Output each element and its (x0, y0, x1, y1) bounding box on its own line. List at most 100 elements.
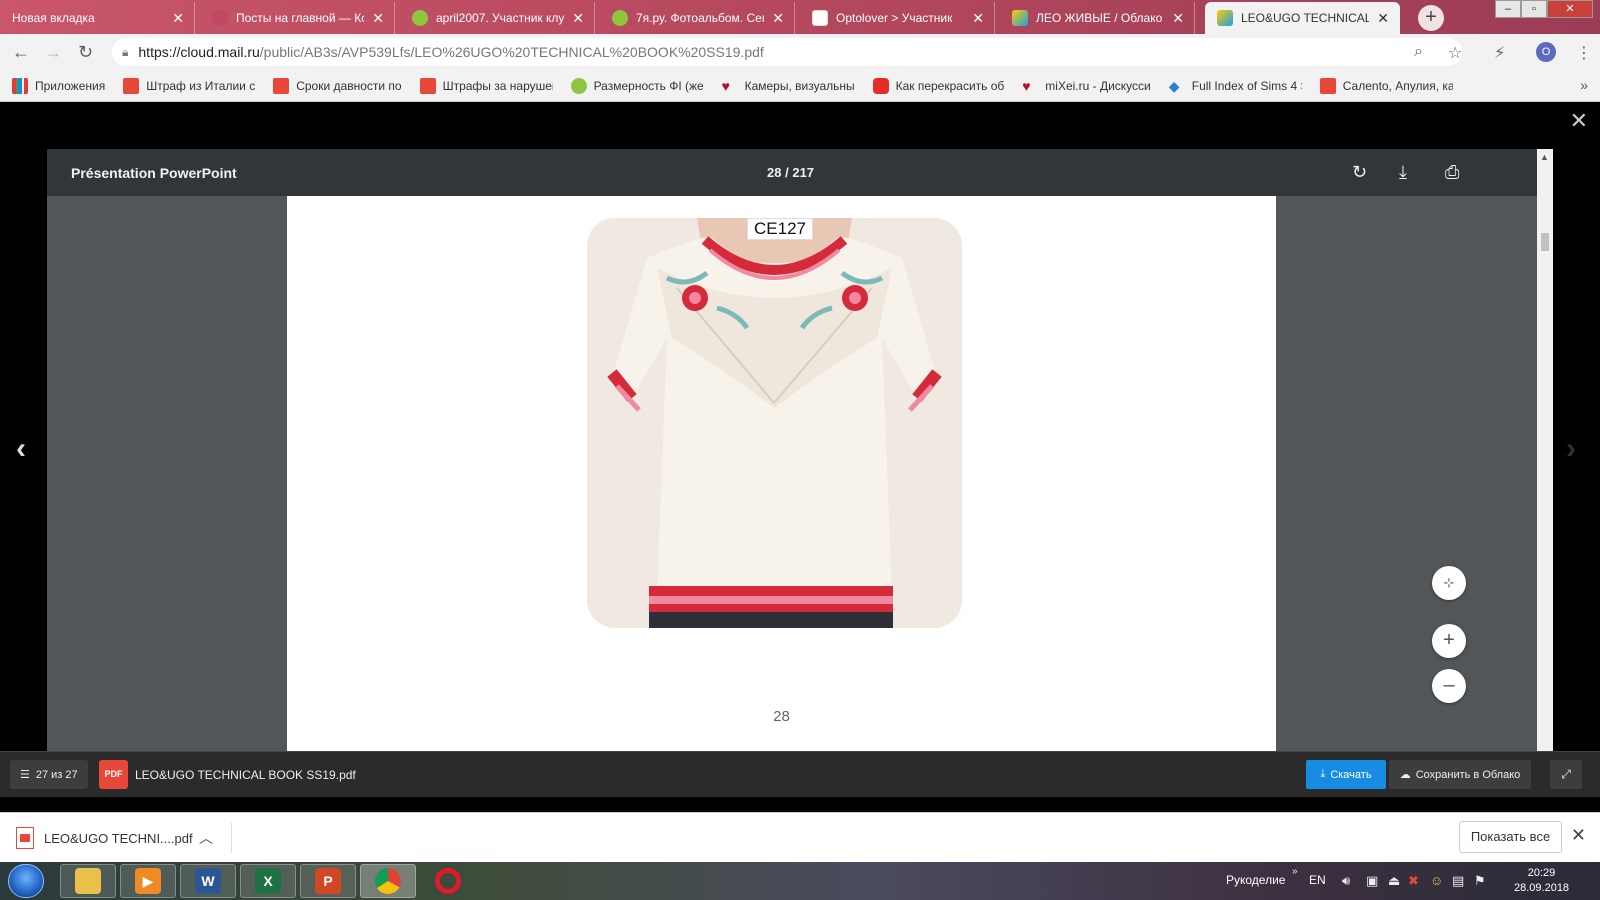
download-icon[interactable]: ⤓ (1399, 162, 1407, 183)
chevron-more-icon[interactable]: » (1292, 866, 1298, 877)
download-button[interactable]: ⤓ Скачать (1306, 760, 1386, 789)
close-icon[interactable]: ✕ (172, 10, 184, 27)
scroll-up-icon[interactable]: ▲ (1540, 152, 1549, 162)
close-icon[interactable]: ✕ (772, 10, 784, 27)
cloud-mail-icon (1012, 10, 1028, 26)
taskbar-word[interactable]: W (180, 864, 236, 898)
taskbar-powerpoint[interactable]: P (300, 864, 356, 898)
scroll-thumb[interactable] (1541, 233, 1549, 251)
tab-optolover[interactable]: Optolover > Участник ✕ (800, 2, 995, 34)
language-indicator[interactable]: EN (1309, 873, 1326, 887)
network-icon[interactable]: ▣ (1366, 873, 1378, 889)
taskbar-toolbar-label[interactable]: Рукоделие (1226, 873, 1285, 887)
forward-arrow-icon[interactable]: → (44, 42, 62, 63)
zoom-out-button[interactable]: – (1432, 669, 1466, 703)
tab-leo-zhivye[interactable]: ЛЕО ЖИВЫЕ / Облако Ma ✕ (1000, 2, 1195, 34)
notes-icon[interactable]: ▤ (1452, 873, 1464, 889)
heart-icon: ♥ (721, 77, 730, 94)
bookmark-label: Сроки давности по (296, 78, 402, 93)
security-icon[interactable]: ✖ (1408, 873, 1419, 889)
chevron-right-icon[interactable]: › (1566, 432, 1576, 466)
bookmark-item[interactable]: Размерность ФI (же (570, 77, 704, 94)
maximize-button[interactable]: ▫ (1521, 0, 1547, 18)
bookmark-apps[interactable]: Приложения (12, 77, 105, 94)
tab-title: LEO&UGO TECHNICAL BO (1241, 11, 1369, 25)
smiley-icon[interactable]: ☺ (1430, 873, 1443, 888)
download-icon: ⤓ (1320, 768, 1326, 780)
close-icon[interactable]: ✕ (572, 10, 584, 27)
toolbar: ← → ↻ 🔒︎ https://cloud.mail.ru /public/A… (0, 34, 1600, 70)
menu-kebab-icon[interactable]: ⋮ (1576, 43, 1592, 63)
tab-new-tab[interactable]: Новая вкладка ✕ (0, 2, 195, 34)
bookmark-item[interactable]: Штрафы за нарушен (419, 77, 553, 94)
tab-leougo-active[interactable]: LEO&UGO TECHNICAL BO ✕ (1205, 2, 1400, 34)
pdf-page: CE127 28 (287, 196, 1276, 765)
tab-april2007[interactable]: april2007. Участник клуба ✕ (400, 2, 595, 34)
scrollbar[interactable]: ▲ ▼ (1537, 149, 1553, 765)
chevron-more-icon[interactable]: » (1580, 77, 1588, 93)
window-close-button[interactable]: ✕ (1547, 0, 1593, 18)
tab-title: ЛЕО ЖИВЫЕ / Облако Ma (1036, 11, 1164, 25)
usb-icon[interactable]: ⏏ (1388, 873, 1400, 889)
extension-bolt-icon[interactable]: ⚡︎ (1494, 43, 1505, 63)
tab-posts[interactable]: Посты на главной — Кос ✕ (200, 2, 395, 34)
close-icon[interactable]: ✕ (1377, 10, 1389, 27)
reload-icon[interactable]: ↻ (78, 42, 93, 63)
volume-icon[interactable]: 🔊︎ (1342, 873, 1350, 889)
close-icon[interactable]: ✕ (972, 10, 984, 27)
clock[interactable]: 20:29 28.09.2018 (1514, 866, 1569, 896)
close-icon[interactable]: ✕ (372, 10, 384, 27)
bookmark-item[interactable]: Как перекрасить об (872, 77, 1004, 94)
fit-page-button[interactable]: ⊹ (1432, 566, 1466, 600)
download-item[interactable]: LEO&UGO TECHNI....pdf ︿ (16, 823, 232, 853)
bookmark-item[interactable]: ♥ Камеры, визуальные (722, 78, 855, 94)
flag-icon[interactable]: ⚑ (1474, 873, 1486, 889)
save-label: Сохранить в Облако (1415, 768, 1521, 781)
bookmark-item[interactable]: Штраф из Италии с (123, 77, 255, 94)
address-bar[interactable]: 🔒︎ https://cloud.mail.ru /public/AB3s/AV… (112, 38, 1462, 66)
bookmark-item[interactable]: Сроки давности по (273, 77, 402, 94)
cloud-icon: ☁︎ (1399, 769, 1411, 781)
taskbar-explorer[interactable] (60, 864, 116, 898)
excel-icon: X (255, 868, 281, 894)
taskbar-excel[interactable]: X (240, 864, 296, 898)
fullscreen-button[interactable]: ⤢ (1550, 760, 1582, 789)
star-bookmark-icon[interactable]: ☆ (1448, 43, 1462, 63)
red-a-icon (419, 77, 436, 94)
close-icon[interactable]: ✕ (1172, 10, 1184, 27)
rotate-icon[interactable]: ↻ (1352, 162, 1367, 183)
close-icon[interactable]: ✕ (1571, 825, 1586, 846)
bookmark-label: Салento, Апулия, ка (1342, 78, 1453, 93)
pdf-file-icon: PDF (99, 760, 128, 789)
back-arrow-icon[interactable]: ← (12, 42, 30, 63)
tab-title: 7я.ру. Фотоальбом. Семе (636, 11, 764, 25)
bookmark-item[interactable]: ◆ Full Index of Sims 4 S (1169, 78, 1302, 94)
print-icon[interactable]: ⎙ (1445, 162, 1459, 183)
download-filename: LEO&UGO TECHNI....pdf (44, 830, 193, 846)
url-host: https://cloud.mail.ru (138, 44, 260, 60)
product-photo (587, 218, 962, 628)
bookmark-item[interactable]: Салento, Апулия, ка (1319, 77, 1453, 94)
save-to-cloud-button[interactable]: ☁︎ Сохранить в Облако (1389, 760, 1531, 789)
tab-7ya[interactable]: 7я.ру. Фотоальбом. Семе ✕ (600, 2, 795, 34)
chevron-up-icon[interactable]: ︿ (199, 828, 213, 848)
show-all-button[interactable]: Показать все (1459, 821, 1562, 853)
minimize-button[interactable]: – (1495, 0, 1521, 18)
taskbar-chrome[interactable] (360, 864, 416, 898)
new-tab-button[interactable]: + (1418, 5, 1444, 31)
sweater-image (587, 218, 962, 628)
profile-avatar[interactable]: O (1536, 42, 1556, 62)
zoom-in-button[interactable]: + (1432, 624, 1466, 658)
lock-icon: 🔒︎ (122, 44, 129, 59)
taskbar-media-player[interactable]: ▶ (120, 864, 176, 898)
chevron-left-icon[interactable]: ‹ (16, 432, 26, 466)
bookmark-item[interactable]: ♥ miXei.ru - Дискусси (1022, 78, 1150, 94)
zoom-magnifier-icon[interactable]: ⌕ (1414, 43, 1423, 61)
red-a-icon (273, 77, 290, 94)
windows-taskbar: ▶ W X P Рукоделие » EN 🔊︎ ▣ ⏏ ✖ ☺ ▤ ⚑ 20… (0, 862, 1600, 900)
file-viewer-overlay: ✕ ‹ › Présentation PowerPoint 28 / 217 ↻… (0, 102, 1600, 812)
file-list-button[interactable]: ☰ 27 из 27 (10, 760, 88, 789)
taskbar-opera[interactable] (420, 864, 476, 898)
close-icon[interactable]: ✕ (1570, 108, 1588, 134)
start-button[interactable] (8, 864, 44, 898)
